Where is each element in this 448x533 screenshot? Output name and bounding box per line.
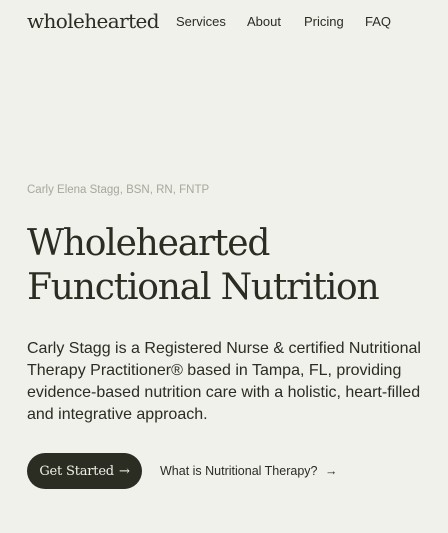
hero-headline: Wholehearted Functional Nutrition — [27, 222, 447, 310]
nav-link-services[interactable]: Services — [176, 13, 226, 31]
credentials-eyebrow: Carly Elena Stagg, BSN, RN, FNTP — [27, 184, 210, 196]
get-started-label: Get Started — [39, 463, 114, 479]
get-started-button[interactable]: Get Started → — [27, 453, 142, 489]
hero-headline-line-1: Wholehearted — [27, 223, 270, 264]
arrow-right-icon: → — [324, 464, 338, 478]
nutritional-therapy-link[interactable]: What is Nutritional Therapy? → — [160, 463, 337, 479]
hero-headline-line-2: Functional Nutrition — [27, 267, 380, 308]
hero-intro: Carly Stagg is a Registered Nurse & cert… — [27, 340, 421, 423]
nutritional-therapy-link-label: What is Nutritional Therapy? — [160, 464, 318, 478]
arrow-right-icon: → — [118, 463, 130, 479]
nav-link-pricing[interactable]: Pricing — [304, 13, 344, 31]
nav-link-faq[interactable]: FAQ — [365, 13, 391, 31]
site-header: wholehearted Services About Pricing FAQ — [0, 0, 448, 44]
main-nav: Services About Pricing FAQ — [0, 13, 448, 31]
nav-link-about[interactable]: About — [247, 13, 281, 31]
